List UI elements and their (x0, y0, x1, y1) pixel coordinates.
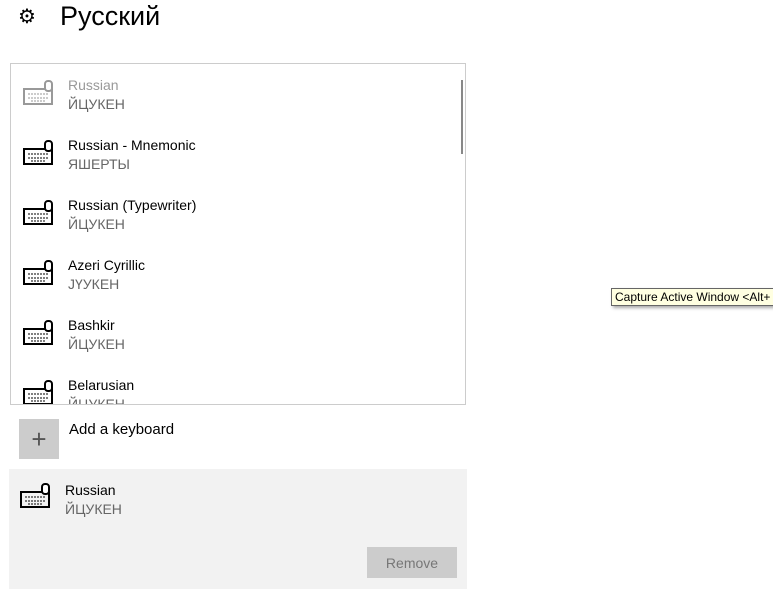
add-keyboard-button[interactable]: + (19, 419, 59, 459)
keyboard-list-item[interactable]: Belarusian ЙЦУКЕН (11, 364, 451, 405)
keyboard-icon (23, 260, 53, 285)
selected-layout: ЙЦУКЕН (65, 501, 122, 517)
keyboard-icon (23, 200, 53, 225)
keyboard-list-item[interactable]: Bashkir ЙЦУКЕН (11, 304, 451, 364)
keyboard-name: Belarusian (68, 377, 135, 393)
keyboard-list-item[interactable]: Russian - Mnemonic ЯШЕРТЫ (11, 124, 451, 184)
keyboard-name: Russian (68, 77, 119, 93)
keyboard-layout: ЙЦУКЕН (68, 396, 125, 405)
gear-icon: ⚙ (18, 5, 36, 28)
remove-button[interactable]: Remove (367, 547, 457, 578)
keyboard-name: Russian (Typewriter) (68, 197, 197, 213)
selected-name: Russian (65, 482, 116, 498)
tooltip: Capture Active Window <Alt+ (611, 288, 773, 306)
keyboard-list-item[interactable]: Azeri Cyrillic ЈҮУКЕН (11, 244, 451, 304)
keyboard-layout: ЯШЕРТЫ (68, 156, 130, 172)
header: ⚙ Русский (18, 0, 160, 32)
keyboard-icon (23, 380, 53, 404)
keyboard-name: Bashkir (68, 317, 115, 333)
keyboard-icon (23, 140, 53, 165)
keyboard-list: Russian ЙЦУКЕН Russian - Mnemonic ЯШЕРТЫ Rus… (10, 63, 466, 405)
keyboard-icon (23, 80, 53, 105)
keyboard-name: Azeri Cyrillic (68, 257, 145, 273)
keyboard-layout: ЙЦУКЕН (68, 96, 125, 112)
keyboard-list-item[interactable]: Russian ЙЦУКЕН (11, 64, 451, 124)
keyboard-layout: ЙЦУКЕН (68, 216, 125, 232)
plus-icon: + (31, 424, 47, 454)
add-keyboard-label[interactable]: Add a keyboard (69, 421, 174, 438)
keyboard-layout: ЈҮУКЕН (68, 276, 120, 292)
keyboard-layout: ЙЦУКЕН (68, 336, 125, 352)
keyboard-icon (23, 320, 53, 345)
keyboard-icon (20, 483, 50, 508)
page-title: Русский (60, 1, 161, 31)
keyboard-name: Russian - Mnemonic (68, 137, 196, 153)
keyboard-list-item[interactable]: Russian (Typewriter) ЙЦУКЕН (11, 184, 451, 244)
selected-keyboard[interactable]: Russian ЙЦУКЕН Remove (9, 469, 467, 589)
scrollbar[interactable] (461, 80, 463, 154)
